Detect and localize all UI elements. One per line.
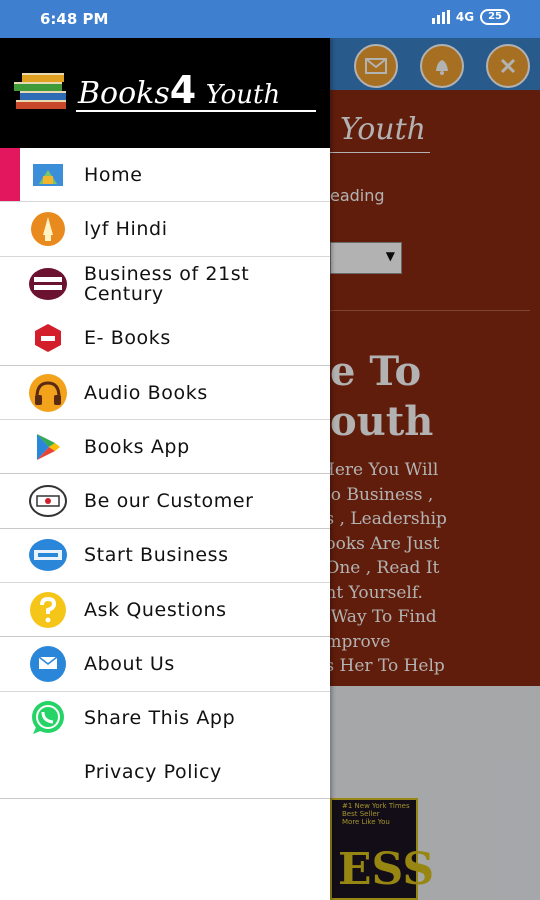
menu-label: Business of 21st Century	[84, 263, 250, 306]
google-play-icon	[28, 427, 68, 467]
customer-icon	[28, 481, 68, 521]
status-time: 6:48 PM	[40, 10, 109, 28]
menu-label: Audio Books	[84, 381, 208, 404]
navigation-drawer: Books4 Youth Home lyf Hindi Business of …	[0, 38, 330, 900]
business-school-icon	[28, 264, 68, 304]
status-icons: 4G 25	[431, 9, 510, 25]
menu-label: Share This App	[84, 707, 236, 730]
home-icon	[28, 155, 68, 195]
menu-section-divider	[0, 798, 330, 800]
menu-label: About Us	[84, 653, 175, 676]
contact-icon	[28, 644, 68, 684]
logo-underline	[76, 110, 316, 112]
menu-label: E- Books	[84, 327, 171, 350]
app-logo-text: Books4 Youth	[78, 68, 281, 112]
active-indicator	[0, 148, 20, 202]
books-stack-icon	[14, 73, 66, 109]
menu-item-share-app[interactable]: Share This App	[0, 692, 330, 745]
menu-label: lyf Hindi	[84, 217, 168, 240]
menu-label: Be our Customer	[84, 490, 254, 513]
menu-item-ask-questions[interactable]: Ask Questions	[0, 583, 330, 636]
privacy-icon-placeholder	[28, 752, 68, 792]
drawer-menu: Home lyf Hindi Business of 21st Century …	[0, 148, 330, 800]
network-type: 4G	[455, 10, 475, 24]
menu-item-books-app[interactable]: Books App	[0, 420, 330, 473]
lyf-hindi-icon	[28, 209, 68, 249]
drawer-header: Books4 Youth	[0, 38, 330, 148]
menu-label: Books App	[84, 435, 190, 458]
wifi-signal-icon	[431, 10, 450, 24]
menu-label: Home	[84, 163, 143, 186]
menu-item-ebooks[interactable]: E- Books	[0, 312, 330, 365]
menu-label: Privacy Policy	[84, 760, 222, 783]
join-now-icon	[28, 535, 68, 575]
menu-item-privacy-policy[interactable]: Privacy Policy	[0, 745, 330, 798]
headphones-icon	[28, 373, 68, 413]
whatsapp-icon	[28, 698, 68, 738]
battery-icon: 25	[480, 9, 510, 25]
menu-item-audio-books[interactable]: Audio Books	[0, 366, 330, 419]
menu-label: Start Business	[84, 544, 229, 567]
menu-item-be-our-customer[interactable]: Be our Customer	[0, 474, 330, 527]
ebooks-icon	[28, 318, 68, 358]
menu-item-lyf-hindi[interactable]: lyf Hindi	[0, 202, 330, 255]
menu-item-about-us[interactable]: About Us	[0, 637, 330, 690]
menu-label: Ask Questions	[84, 598, 227, 621]
status-bar: 6:48 PM 4G 25	[0, 0, 540, 38]
menu-item-start-business[interactable]: Start Business	[0, 529, 330, 582]
question-icon	[28, 590, 68, 630]
menu-item-business-21st-century[interactable]: Business of 21st Century	[0, 257, 330, 312]
menu-item-home[interactable]: Home	[0, 148, 330, 202]
